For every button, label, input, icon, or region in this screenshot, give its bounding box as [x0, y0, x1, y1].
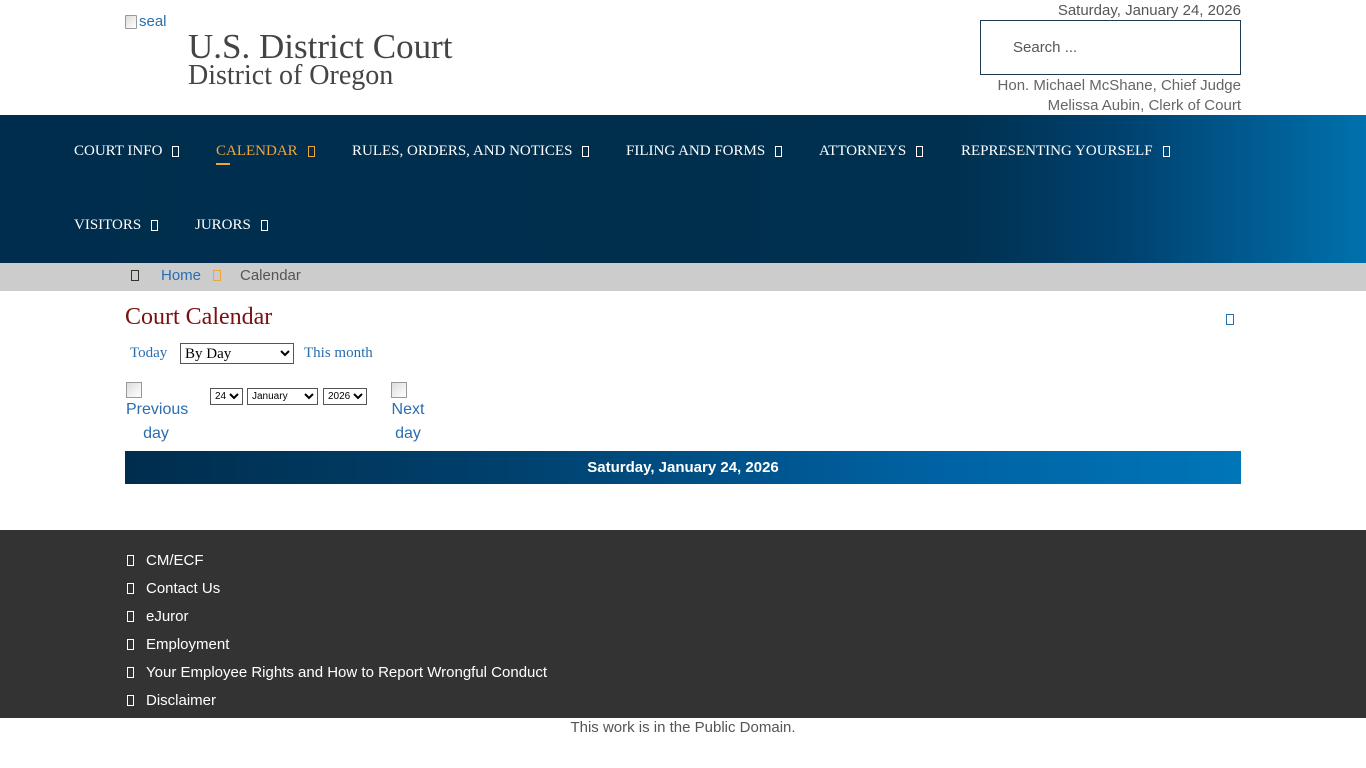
nav-item-representing-yourself[interactable]: REPRESENTING YOURSELF — [961, 143, 1170, 160]
footer-link-employment[interactable]: Employment — [127, 636, 229, 653]
print-icon[interactable] — [1226, 314, 1234, 325]
link-bullet-icon — [127, 667, 134, 678]
dropdown-icon — [260, 220, 268, 231]
next-day-label-line2: day — [395, 425, 421, 442]
seal-alt-text: seal — [139, 13, 167, 30]
previous-day-button[interactable]: Previous day — [126, 382, 189, 446]
nav-item-jurors[interactable]: JURORS — [195, 217, 268, 234]
previous-day-label-line1: Previous — [126, 401, 189, 418]
month-select[interactable]: January — [247, 388, 318, 405]
nav-item-label: REPRESENTING YOURSELF — [961, 143, 1153, 159]
clerk-name: Melissa Aubin, Clerk of Court — [1047, 97, 1241, 114]
page-title: Court Calendar — [125, 304, 273, 330]
nav-item-label: FILING AND FORMS — [626, 143, 766, 159]
footer-link-ejuror[interactable]: eJuror — [127, 608, 189, 625]
link-bullet-icon — [127, 611, 134, 622]
nav-item-calendar[interactable]: CALENDAR — [216, 143, 315, 165]
footer-link-label: CM/ECF — [146, 552, 204, 569]
nav-item-court-info[interactable]: COURT INFO — [74, 143, 180, 160]
view-mode-select[interactable]: By Day — [180, 343, 294, 364]
nav-item-label: JURORS — [195, 217, 251, 233]
nav-item-visitors[interactable]: VISITORS — [74, 217, 159, 234]
link-bullet-icon — [127, 695, 134, 706]
nav-item-attorneys[interactable]: ATTORNEYS — [819, 143, 924, 160]
footer-link-label: Your Employee Rights and How to Report W… — [146, 664, 548, 681]
previous-day-label-line2: day — [143, 425, 169, 442]
next-day-button[interactable]: Next day — [391, 382, 425, 446]
footer-link-label: Disclaimer — [146, 692, 217, 709]
dropdown-icon — [582, 146, 590, 157]
nav-item-label: ATTORNEYS — [819, 143, 907, 159]
breadcrumb-home-link[interactable]: Home — [161, 267, 201, 284]
site-footer: CM/ECF Contact Us eJuror Employment Your… — [0, 530, 1366, 718]
home-icon[interactable] — [131, 270, 139, 281]
site-header: seal U.S. District Court District of Ore… — [0, 0, 1366, 115]
nav-item-label: COURT INFO — [74, 143, 163, 159]
selected-date-header: Saturday, January 24, 2026 — [125, 451, 1241, 484]
dropdown-icon — [307, 146, 315, 157]
court-seal-logo[interactable]: seal — [125, 13, 167, 30]
previous-arrow-icon — [126, 382, 142, 398]
next-arrow-icon — [391, 382, 407, 398]
nav-item-rules-orders-notices[interactable]: RULES, ORDERS, AND NOTICES — [352, 143, 590, 160]
footer-link-label: eJuror — [146, 608, 189, 625]
dropdown-icon — [172, 146, 180, 157]
footer-link-disclaimer[interactable]: Disclaimer — [127, 692, 216, 709]
footer-link-cmecf[interactable]: CM/ECF — [127, 552, 204, 569]
footer-link-label: Contact Us — [146, 580, 221, 597]
search-input[interactable] — [980, 20, 1241, 75]
dropdown-icon — [775, 146, 783, 157]
footer-link-contact-us[interactable]: Contact Us — [127, 580, 220, 597]
link-bullet-icon — [127, 639, 134, 650]
broken-image-icon — [125, 14, 137, 29]
next-day-label-line1: Next — [391, 401, 425, 418]
chief-judge-name: Hon. Michael McShane, Chief Judge — [997, 77, 1241, 94]
link-bullet-icon — [127, 583, 134, 594]
dropdown-icon — [1162, 146, 1170, 157]
link-bullet-icon — [127, 555, 134, 566]
dropdown-icon — [151, 220, 159, 231]
header-date: Saturday, January 24, 2026 — [1057, 2, 1241, 19]
dropdown-icon — [916, 146, 924, 157]
nav-item-label: CALENDAR — [216, 143, 298, 159]
nav-item-label: VISITORS — [74, 217, 142, 233]
breadcrumb-current: Calendar — [240, 267, 301, 284]
main-navigation: COURT INFO CALENDAR RULES, ORDERS, AND N… — [0, 115, 1366, 263]
year-select[interactable]: 2026 — [323, 388, 367, 405]
nav-item-filing-and-forms[interactable]: FILING AND FORMS — [626, 143, 783, 160]
license-notice: This work is in the Public Domain. — [570, 719, 796, 736]
this-month-link[interactable]: This month — [304, 345, 373, 362]
today-link[interactable]: Today — [130, 345, 167, 362]
footer-link-employee-rights[interactable]: Your Employee Rights and How to Report W… — [127, 664, 547, 681]
day-select[interactable]: 24 — [210, 388, 243, 405]
nav-item-label: RULES, ORDERS, AND NOTICES — [352, 143, 573, 159]
court-subtitle[interactable]: District of Oregon — [188, 60, 393, 92]
footer-link-label: Employment — [146, 636, 230, 653]
breadcrumb: Home Calendar — [0, 263, 1366, 291]
chevron-right-icon — [213, 270, 221, 281]
